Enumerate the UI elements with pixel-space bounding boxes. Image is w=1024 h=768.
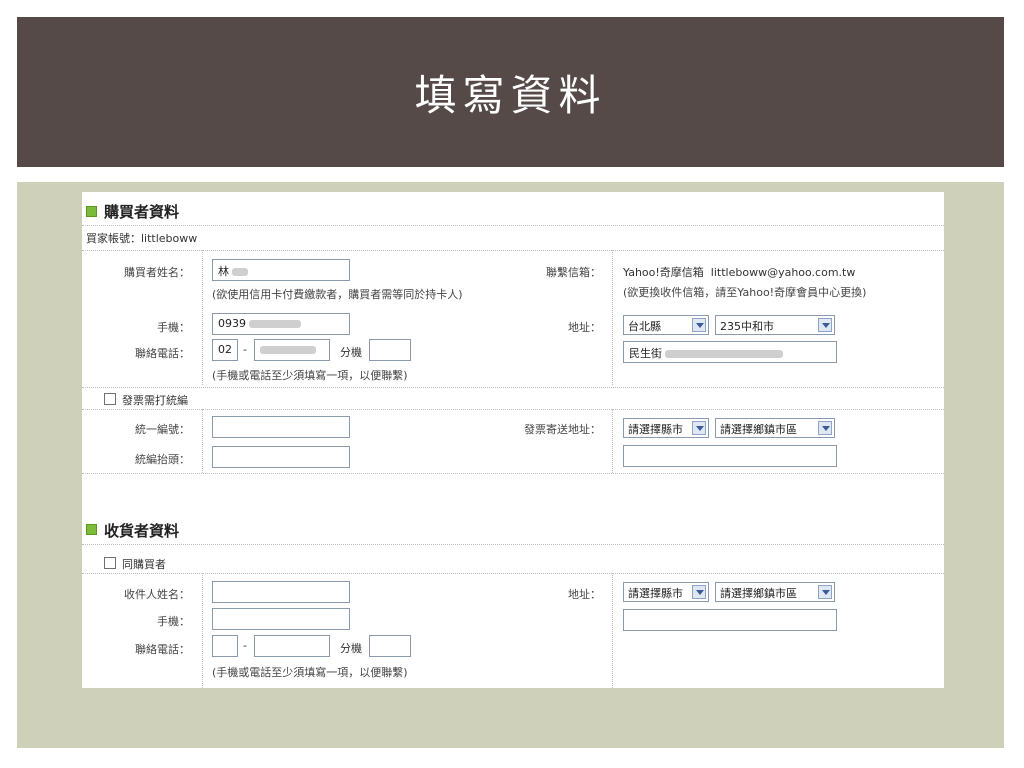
invoice-tax-id-label: 發票需打統編	[122, 394, 188, 407]
receiver-phone-note: (手機或電話至少須填寫一項，以便聯繫)	[212, 666, 408, 679]
receiver-section-title: 收貨者資料	[104, 522, 180, 540]
column-divider	[202, 573, 203, 688]
buyer-phone-number-input[interactable]	[254, 339, 330, 361]
divider	[82, 250, 944, 251]
chevron-down-icon	[818, 421, 832, 435]
slide: 填寫資料 購買者資料 買家帳號：littleboww 購買者姓名： 林 (欲使用…	[0, 0, 1024, 768]
invoice-county-select[interactable]: 請選擇縣市	[623, 418, 709, 438]
divider	[82, 473, 944, 474]
receiver-ext-label: 分機	[340, 642, 362, 655]
chevron-down-icon	[692, 318, 706, 332]
buyer-name-input[interactable]: 林	[212, 259, 350, 281]
receiver-district-select[interactable]: 請選擇鄉鎮市區	[715, 582, 835, 602]
receiver-phone-number-input[interactable]	[254, 635, 330, 657]
phone-dash: -	[243, 343, 247, 356]
receiver-street-input[interactable]	[623, 609, 837, 631]
chevron-down-icon	[692, 585, 706, 599]
section-bullet-icon	[86, 206, 97, 217]
tax-id-label: 統一編號：	[135, 423, 190, 436]
invoice-district-select[interactable]: 請選擇鄉鎮市區	[715, 418, 835, 438]
receiver-mobile-label: 手機：	[157, 615, 190, 628]
title-band: 填寫資料	[17, 17, 1004, 167]
receiver-phone-label: 聯絡電話：	[135, 643, 190, 656]
invoice-street-input[interactable]	[623, 445, 837, 467]
buyer-ext-input[interactable]	[369, 339, 411, 361]
column-divider	[612, 573, 613, 688]
invoice-title-label: 統編抬頭：	[135, 453, 190, 466]
divider	[82, 409, 944, 410]
divider	[82, 387, 944, 388]
column-divider	[612, 250, 613, 385]
buyer-email-note: (欲更換收件信箱，請至Yahoo!奇摩會員中心更換)	[623, 286, 867, 299]
email-provider: Yahoo!奇摩信箱	[623, 266, 704, 279]
buyer-district-select[interactable]: 235中和市	[715, 315, 835, 335]
buyer-phone-label: 聯絡電話：	[135, 347, 190, 360]
buyer-mobile-input[interactable]: 0939	[212, 313, 350, 335]
receiver-phone-area-input[interactable]	[212, 635, 238, 657]
invoice-address-label: 發票寄送地址：	[524, 423, 601, 436]
buyer-name-label: 購買者姓名：	[124, 266, 190, 279]
buyer-email-label: 聯繫信箱：	[546, 266, 601, 279]
buyer-address-label: 地址：	[568, 321, 601, 334]
invoice-title-input[interactable]	[212, 446, 350, 468]
buyer-ext-label: 分機	[340, 346, 362, 359]
phone-dash: -	[243, 639, 247, 652]
divider	[82, 225, 944, 226]
column-divider	[612, 409, 613, 473]
column-divider	[202, 250, 203, 385]
email-address: littleboww@yahoo.com.tw	[710, 266, 856, 279]
receiver-mobile-input[interactable]	[212, 608, 350, 630]
column-divider	[202, 409, 203, 473]
section-bullet-icon	[86, 524, 97, 535]
order-form-screenshot: 購買者資料 買家帳號：littleboww 購買者姓名： 林 (欲使用信用卡付費…	[82, 192, 944, 688]
buyer-street-input[interactable]: 民生街	[623, 341, 837, 363]
buyer-section-title: 購買者資料	[104, 203, 180, 221]
invoice-tax-id-checkbox[interactable]	[104, 393, 116, 405]
receiver-name-label: 收件人姓名：	[124, 588, 190, 601]
buyer-email-line: Yahoo!奇摩信箱 littleboww@yahoo.com.tw	[623, 264, 855, 280]
chevron-down-icon	[692, 421, 706, 435]
buyer-account: 買家帳號：littleboww	[86, 232, 198, 245]
buyer-phone-area-input[interactable]: 02	[212, 339, 238, 361]
divider	[82, 573, 944, 574]
receiver-address-label: 地址：	[568, 588, 601, 601]
chevron-down-icon	[818, 585, 832, 599]
same-as-buyer-checkbox[interactable]	[104, 557, 116, 569]
receiver-county-select[interactable]: 請選擇縣市	[623, 582, 709, 602]
same-as-buyer-label: 同購買者	[122, 558, 166, 571]
tax-id-input[interactable]	[212, 416, 350, 438]
receiver-name-input[interactable]	[212, 581, 350, 603]
chevron-down-icon	[818, 318, 832, 332]
receiver-ext-input[interactable]	[369, 635, 411, 657]
buyer-phone-note: (手機或電話至少須填寫一項，以便聯繫)	[212, 369, 408, 382]
buyer-name-note: (欲使用信用卡付費繳款者，購買者需等同於持卡人)	[212, 288, 463, 301]
buyer-county-select[interactable]: 台北縣	[623, 315, 709, 335]
buyer-mobile-label: 手機：	[157, 321, 190, 334]
divider	[82, 544, 944, 545]
slide-title: 填寫資料	[414, 70, 607, 120]
